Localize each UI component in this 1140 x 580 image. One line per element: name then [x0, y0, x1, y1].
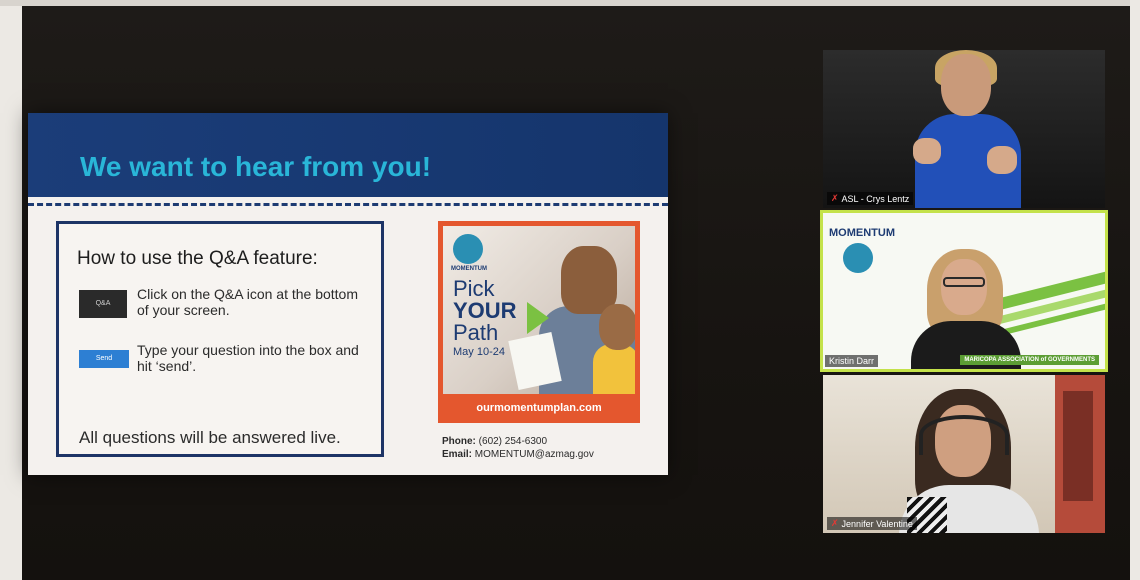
dashed-divider: [28, 203, 668, 206]
qa-icon: Q&A: [79, 290, 127, 318]
slide-title: We want to hear from you!: [80, 151, 432, 182]
poster-person-adult-head: [561, 246, 617, 314]
monitor-bezel-top: [0, 0, 1140, 6]
participant-name: Kristin Darr: [829, 356, 875, 366]
contact-info: Phone: (602) 254-6300 Email: MOMENTUM@az…: [442, 435, 594, 461]
shared-slide: We want to hear from you! How to use the…: [28, 113, 668, 475]
monitor-bezel-left: [0, 0, 22, 580]
participant-name-label: ✗ ASL - Crys Lentz: [827, 192, 914, 205]
mic-muted-icon: ✗: [831, 518, 839, 528]
qa-step-2: Type your question into the box and hit …: [137, 342, 359, 374]
participant-name-label: ✗ Jennifer Valentine: [827, 517, 917, 530]
momentum-logo-icon: [453, 234, 483, 264]
slide-header: We want to hear from you!: [28, 113, 668, 197]
monitor-bezel-right: [1130, 0, 1140, 580]
qa-icon-label: Q&A: [95, 300, 111, 307]
participant-head: [941, 54, 991, 116]
poster-headline-line-3: Path: [453, 320, 499, 345]
poster-person-child: [593, 344, 635, 394]
send-button-illustration: Send: [79, 350, 129, 368]
phone-number: (602) 254-6300: [478, 436, 548, 447]
participant-name: ASL - Crys Lentz: [841, 193, 910, 204]
promo-poster: MOMENTUM Pick YOUR Path May 10-24 ourmom…: [438, 221, 640, 423]
qa-step-1: Click on the Q&A icon at the bottom of y…: [137, 286, 359, 318]
poster-logo-text: MOMENTUM: [451, 266, 487, 272]
qa-instructions-box: How to use the Q&A feature: Q&A Click on…: [56, 221, 384, 457]
email-label: Email:: [442, 449, 473, 460]
arrow-right-icon: [527, 302, 549, 334]
participant-head: [941, 259, 987, 315]
email-address: MOMENTUM@azmag.gov: [474, 449, 594, 460]
participant-name-label: Kristin Darr: [825, 355, 879, 367]
phone-label: Phone:: [442, 436, 476, 447]
momentum-logo-icon: [843, 243, 873, 273]
headset-icon: [919, 415, 1009, 455]
mic-muted-icon: ✗: [831, 193, 839, 203]
participant-hand: [913, 138, 941, 164]
qa-instructions-title: How to use the Q&A feature:: [77, 248, 318, 269]
poster-person-child-head: [599, 304, 635, 350]
glasses: [943, 277, 985, 287]
poster-dates: May 10-24: [453, 346, 505, 358]
participant-tile-asl[interactable]: ✗ ASL - Crys Lentz: [823, 50, 1105, 208]
poster-photo: MOMENTUM Pick YOUR Path May 10-24: [443, 226, 635, 394]
background-door: [1063, 391, 1093, 501]
poster-url: ourmomentumplan.com: [443, 399, 635, 417]
virtual-background-logo-text: MOMENTUM: [829, 227, 895, 239]
participant-name: Jennifer Valentine: [841, 518, 913, 529]
qa-footer-note: All questions will be answered live.: [79, 428, 341, 447]
poster-headline: Pick YOUR Path: [453, 278, 517, 344]
org-badge: MARICOPA ASSOCIATION of GOVERNMENTS: [960, 355, 1099, 365]
participant-hand: [987, 146, 1017, 174]
participant-tile-active-speaker[interactable]: MOMENTUM MARICOPA ASSOCIATION of GOVERNM…: [820, 210, 1108, 372]
poster-headline-line-1: Pick: [453, 276, 495, 301]
participant-tile[interactable]: ✗ Jennifer Valentine: [823, 375, 1105, 533]
